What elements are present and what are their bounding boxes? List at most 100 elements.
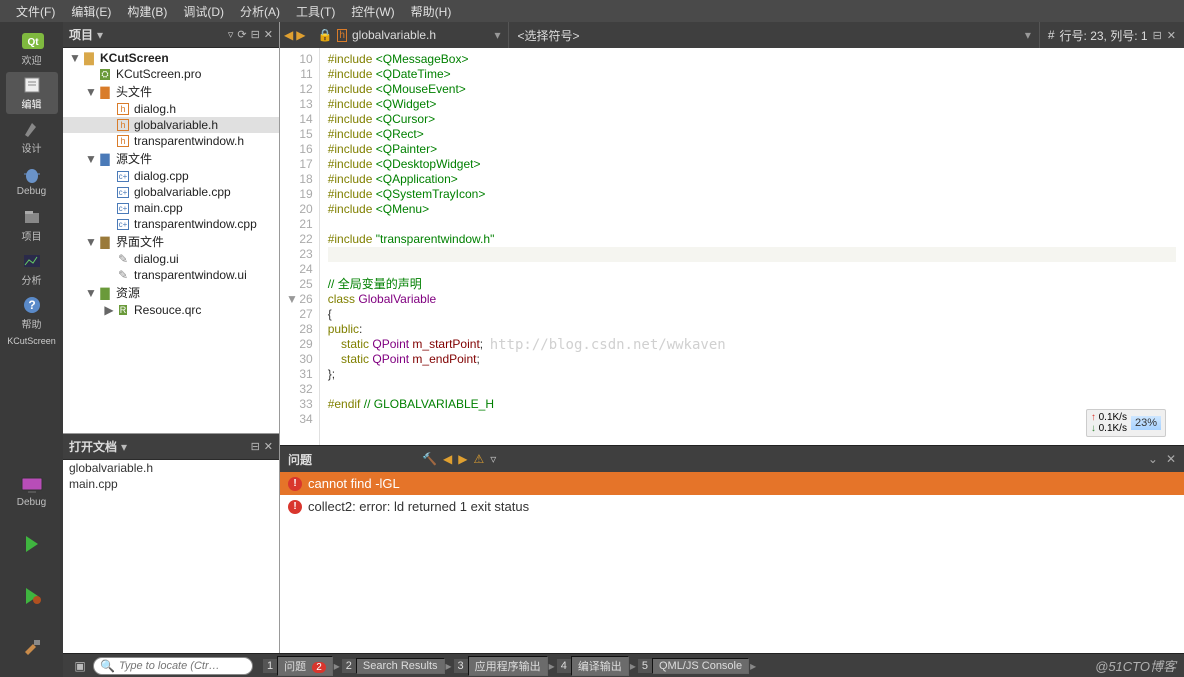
- hash-label: #: [1048, 28, 1055, 42]
- tree-label: transparentwindow.cpp: [134, 217, 257, 231]
- tree-caret[interactable]: ▼: [85, 85, 97, 99]
- tree-item[interactable]: ▶RResouce.qrc: [63, 302, 279, 318]
- toggle-sidebar-icon[interactable]: ▣: [69, 657, 91, 675]
- tree-item[interactable]: htransparentwindow.h: [63, 133, 279, 149]
- close-icon[interactable]: ✕: [1166, 452, 1176, 466]
- close-panel-icon[interactable]: ✕: [264, 440, 273, 453]
- issue-row[interactable]: !cannot find -lGL: [280, 472, 1184, 495]
- filter-icon[interactable]: ▿: [228, 28, 234, 41]
- file-icon: ▇: [97, 85, 113, 99]
- tree-caret[interactable]: ▼: [85, 235, 97, 249]
- tree-label: KCutScreen: [100, 51, 169, 65]
- mode-label: 帮助: [22, 316, 42, 331]
- tree-item[interactable]: ▼▇资源: [63, 283, 279, 302]
- tree-item[interactable]: ✎transparentwindow.ui: [63, 267, 279, 283]
- output-tab[interactable]: 应用程序输出: [468, 656, 548, 676]
- output-tab[interactable]: 编译输出: [571, 656, 629, 676]
- design-icon: [20, 119, 44, 139]
- line-col-label[interactable]: 行号: 23, 列号: 1: [1060, 27, 1148, 44]
- dropdown-icon[interactable]: ▾: [97, 28, 103, 42]
- bug-icon: [20, 165, 44, 185]
- tree-item[interactable]: ▼▇KCutScreen: [63, 50, 279, 66]
- hammer-warning-icon[interactable]: 🔨: [422, 452, 437, 466]
- tree-item[interactable]: ▼▇源文件: [63, 149, 279, 168]
- filter-icon[interactable]: ▿: [490, 452, 496, 466]
- locator-input[interactable]: [119, 660, 246, 672]
- mode-edit[interactable]: 编辑: [6, 72, 58, 114]
- code-content[interactable]: http://blog.csdn.net/wwkaven #include <Q…: [320, 48, 1184, 445]
- dropdown-icon[interactable]: ▾: [121, 440, 127, 454]
- tree-caret[interactable]: ▼: [69, 51, 81, 65]
- tree-item[interactable]: hglobalvariable.h: [63, 117, 279, 133]
- tree-caret[interactable]: ▶: [103, 303, 115, 317]
- mode-label: 设计: [22, 140, 42, 155]
- mode-label: 项目: [22, 228, 42, 243]
- forward-icon[interactable]: ▶: [296, 28, 305, 42]
- build-button[interactable]: [6, 627, 58, 669]
- output-tab[interactable]: 问题 2: [277, 656, 333, 676]
- tree-item[interactable]: c+globalvariable.cpp: [63, 184, 279, 200]
- tree-caret[interactable]: ▼: [85, 286, 97, 300]
- split-editor-icon[interactable]: ⊟: [1153, 29, 1162, 42]
- menu-item[interactable]: 分析(A): [232, 1, 288, 22]
- issues-list[interactable]: !cannot find -lGL! collect2: error: ld re…: [280, 472, 1184, 653]
- menu-item[interactable]: 编辑(E): [63, 1, 119, 22]
- target-selector[interactable]: Debug: [6, 471, 58, 513]
- issue-row[interactable]: ! collect2: error: ld returned 1 exit sta…: [280, 495, 1184, 518]
- mode-label: 欢迎: [22, 52, 42, 67]
- menu-item[interactable]: 控件(W): [343, 1, 402, 22]
- tree-item[interactable]: ✎dialog.ui: [63, 251, 279, 267]
- tree-item[interactable]: ⛭KCutScreen.pro: [63, 66, 279, 82]
- mode-design[interactable]: 设计: [6, 116, 58, 158]
- mode-project[interactable]: 项目: [6, 204, 58, 246]
- split-icon[interactable]: ⊟: [251, 440, 260, 453]
- code-editor[interactable]: 10111213141516171819202122232425▼ 262728…: [280, 48, 1184, 445]
- tree-item[interactable]: hdialog.h: [63, 101, 279, 117]
- split-icon[interactable]: ⊟: [251, 28, 260, 41]
- file-crumb[interactable]: 🔒 h globalvariable.h ▾: [309, 22, 509, 48]
- close-editor-icon[interactable]: ✕: [1167, 29, 1176, 42]
- menu-item[interactable]: 调试(D): [175, 1, 232, 22]
- debug-run-button[interactable]: [6, 575, 58, 617]
- output-tab[interactable]: QML/JS Console: [652, 658, 749, 674]
- analyze-icon: [20, 251, 44, 271]
- error-icon: !: [288, 500, 302, 514]
- mode-analyze[interactable]: 分析: [6, 248, 58, 290]
- tree-item[interactable]: ▼▇界面文件: [63, 232, 279, 251]
- prev-issue-icon[interactable]: ◀: [443, 452, 452, 466]
- sync-icon[interactable]: ⟳: [237, 28, 246, 41]
- warning-icon[interactable]: ⚠: [473, 452, 484, 466]
- mode-label: Debug: [17, 186, 46, 197]
- tree-item[interactable]: c+dialog.cpp: [63, 168, 279, 184]
- issue-text: collect2: error: ld returned 1 exit stat…: [308, 499, 529, 514]
- project-tree[interactable]: ▼▇KCutScreen⛭KCutScreen.pro▼▇头文件hdialog.…: [63, 48, 279, 433]
- minimize-icon[interactable]: ⌄: [1148, 452, 1158, 466]
- tree-caret[interactable]: ▼: [85, 152, 97, 166]
- play-icon: [20, 534, 44, 554]
- open-documents-list[interactable]: globalvariable.hmain.cpp: [63, 460, 279, 653]
- symbol-crumb[interactable]: <选择符号> ▾: [509, 22, 1039, 48]
- run-button[interactable]: [6, 523, 58, 565]
- tree-item[interactable]: ▼▇头文件: [63, 82, 279, 101]
- tree-label: main.cpp: [134, 201, 183, 215]
- mode-qt[interactable]: Qt欢迎: [6, 28, 58, 70]
- output-tab[interactable]: Search Results: [356, 658, 445, 674]
- menu-item[interactable]: 构建(B): [119, 1, 175, 22]
- tree-label: dialog.ui: [134, 252, 179, 266]
- file-icon: ⛭: [97, 67, 113, 81]
- tree-item[interactable]: c+transparentwindow.cpp: [63, 216, 279, 232]
- open-doc-item[interactable]: globalvariable.h: [63, 460, 279, 476]
- next-issue-icon[interactable]: ▶: [458, 452, 467, 466]
- tree-label: dialog.cpp: [134, 169, 189, 183]
- close-panel-icon[interactable]: ✕: [264, 28, 273, 41]
- mode-bug[interactable]: Debug: [6, 160, 58, 202]
- back-icon[interactable]: ◀: [284, 28, 293, 42]
- menu-item[interactable]: 帮助(H): [403, 1, 460, 22]
- tree-item[interactable]: c+main.cpp: [63, 200, 279, 216]
- mode-help[interactable]: ?帮助: [6, 292, 58, 334]
- help-icon: ?: [20, 295, 44, 315]
- menu-item[interactable]: 工具(T): [288, 1, 343, 22]
- locator[interactable]: 🔍: [93, 657, 253, 675]
- open-doc-item[interactable]: main.cpp: [63, 476, 279, 492]
- menu-item[interactable]: 文件(F): [8, 1, 63, 22]
